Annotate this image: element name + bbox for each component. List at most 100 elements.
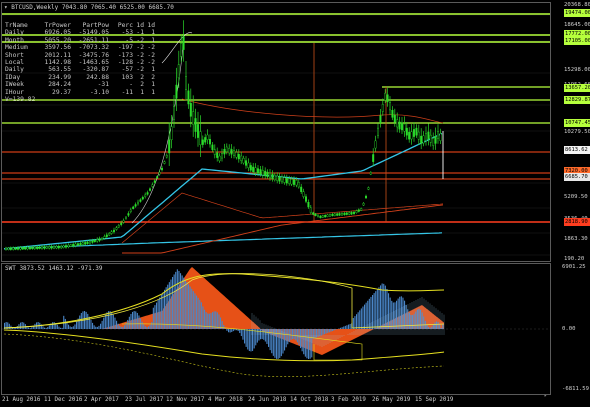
candle-body xyxy=(53,246,56,249)
candle-body xyxy=(309,207,312,213)
candle-body xyxy=(261,169,264,176)
swt-histogram-bar xyxy=(101,320,103,329)
swt-histogram-bar xyxy=(127,319,129,329)
candle-body xyxy=(112,229,115,233)
candle-body xyxy=(189,102,192,117)
candle-body xyxy=(93,239,96,243)
table-cell: -173 xyxy=(117,51,133,59)
table-cell: 103 xyxy=(121,73,133,81)
candle-body xyxy=(175,84,178,99)
time-axis-label: 3 Feb 2019 xyxy=(331,397,366,403)
candle-body xyxy=(48,246,51,249)
candle-body xyxy=(413,129,416,137)
price-level-tag: 6685.70 xyxy=(564,173,590,181)
table-cell: -53 xyxy=(121,29,133,37)
candle-body xyxy=(72,244,75,247)
candle-body xyxy=(408,131,411,140)
candle-body xyxy=(420,135,423,144)
swt-histogram-bar xyxy=(144,326,146,329)
candle-body xyxy=(417,131,420,140)
candle-body xyxy=(14,247,17,250)
candle-body xyxy=(362,203,365,206)
candle-body xyxy=(393,114,396,123)
candle-body xyxy=(45,246,48,249)
candle-body xyxy=(319,215,322,219)
table-cell: 563.55 xyxy=(48,66,71,74)
chart-window: ▾ BTCUSD,Weekly 7043.80 7065.40 6525.00 … xyxy=(0,0,590,407)
swt-histogram-bar xyxy=(47,327,49,329)
swt-histogram-bar xyxy=(244,329,246,344)
swt-histogram-bar xyxy=(300,329,302,349)
swt-histogram-bar xyxy=(186,282,188,329)
candle-body xyxy=(50,246,53,249)
candle-body xyxy=(192,111,195,125)
swt-histogram-bar xyxy=(218,314,220,329)
swt-histogram-bar xyxy=(348,324,350,329)
swt-histogram-bar xyxy=(178,270,180,329)
swt-histogram-bar xyxy=(240,329,242,337)
candle-body xyxy=(136,201,139,205)
table-cell: -2 xyxy=(136,66,144,74)
candle-body xyxy=(297,181,300,188)
table-cell: -2 xyxy=(136,59,144,67)
swt-histogram-bar xyxy=(384,285,386,329)
swt-histogram-bar xyxy=(232,329,234,332)
candle-body xyxy=(242,157,245,164)
candle-body xyxy=(86,241,89,244)
price-scale-label: 5209.50 xyxy=(564,194,588,200)
candle-body xyxy=(31,246,34,250)
table-cell: IHour xyxy=(5,88,24,96)
scroll-right-icon[interactable]: ▸ xyxy=(544,393,547,399)
candle-body xyxy=(353,211,356,215)
swt-histogram-bar xyxy=(308,329,310,359)
candle-body xyxy=(218,155,221,162)
swt-histogram-bar xyxy=(266,329,268,344)
swt-histogram-bar xyxy=(103,317,105,329)
candle-body xyxy=(350,212,353,215)
candle-body xyxy=(237,153,240,160)
candle-body xyxy=(314,213,317,216)
table-cell: -3475.76 xyxy=(78,51,109,59)
swt-histogram-bar xyxy=(216,312,218,329)
candle-body xyxy=(266,171,269,178)
candle-body xyxy=(76,243,79,246)
swt-histogram-bar xyxy=(352,318,354,329)
table-cell: 6926.05 xyxy=(44,29,71,37)
swt-histogram-bar xyxy=(288,329,290,342)
swt-histogram-bar xyxy=(148,326,150,329)
candle-body xyxy=(288,178,291,184)
price-chart-pane[interactable]: ▾ BTCUSD,Weekly 7043.80 7065.40 6525.00 … xyxy=(1,2,551,262)
swt-histogram-bar xyxy=(309,329,311,359)
swt-histogram-bar xyxy=(340,327,342,329)
candle-body xyxy=(360,208,363,211)
dropdown-triangle-icon[interactable]: ▾ xyxy=(4,4,8,11)
swt-histogram-bar xyxy=(335,329,337,330)
candle-body xyxy=(341,213,344,216)
candle-body xyxy=(401,122,404,131)
table-row: IDay 234.99 242.88 103 2 2 xyxy=(5,74,155,81)
time-axis-label: 2 Apr 2017 xyxy=(84,397,119,403)
swt-histogram-bar xyxy=(360,308,362,329)
swt-histogram-bar xyxy=(196,295,198,329)
swt-histogram-bar xyxy=(114,317,116,329)
candle-body xyxy=(177,64,180,78)
candle-body xyxy=(329,214,332,217)
candle-body xyxy=(271,173,274,180)
time-axis-label: 15 Sep 2019 xyxy=(415,397,454,403)
table-cell: 1 xyxy=(151,66,155,74)
swt-indicator-pane[interactable]: SWT 3873.52 1463.12 -971.39 xyxy=(1,263,551,395)
candle-body xyxy=(285,178,288,184)
swt-histogram-bar xyxy=(290,329,292,340)
candle-body xyxy=(228,147,231,154)
candle-body xyxy=(254,167,257,173)
swt-histogram-bar xyxy=(333,329,335,331)
long-moving-average xyxy=(3,232,443,250)
table-row: Medium 3597.56 -7073.32 -197 -2 -2 xyxy=(5,44,155,51)
candle-body xyxy=(247,162,250,169)
table-cell: -5 xyxy=(125,36,133,44)
swt-histogram-bar xyxy=(122,326,124,329)
candle-body xyxy=(144,194,147,197)
price-level-tag: 19474.00 xyxy=(564,9,590,17)
swt-histogram-bar xyxy=(176,269,178,329)
swt-histogram-bar xyxy=(194,293,196,329)
